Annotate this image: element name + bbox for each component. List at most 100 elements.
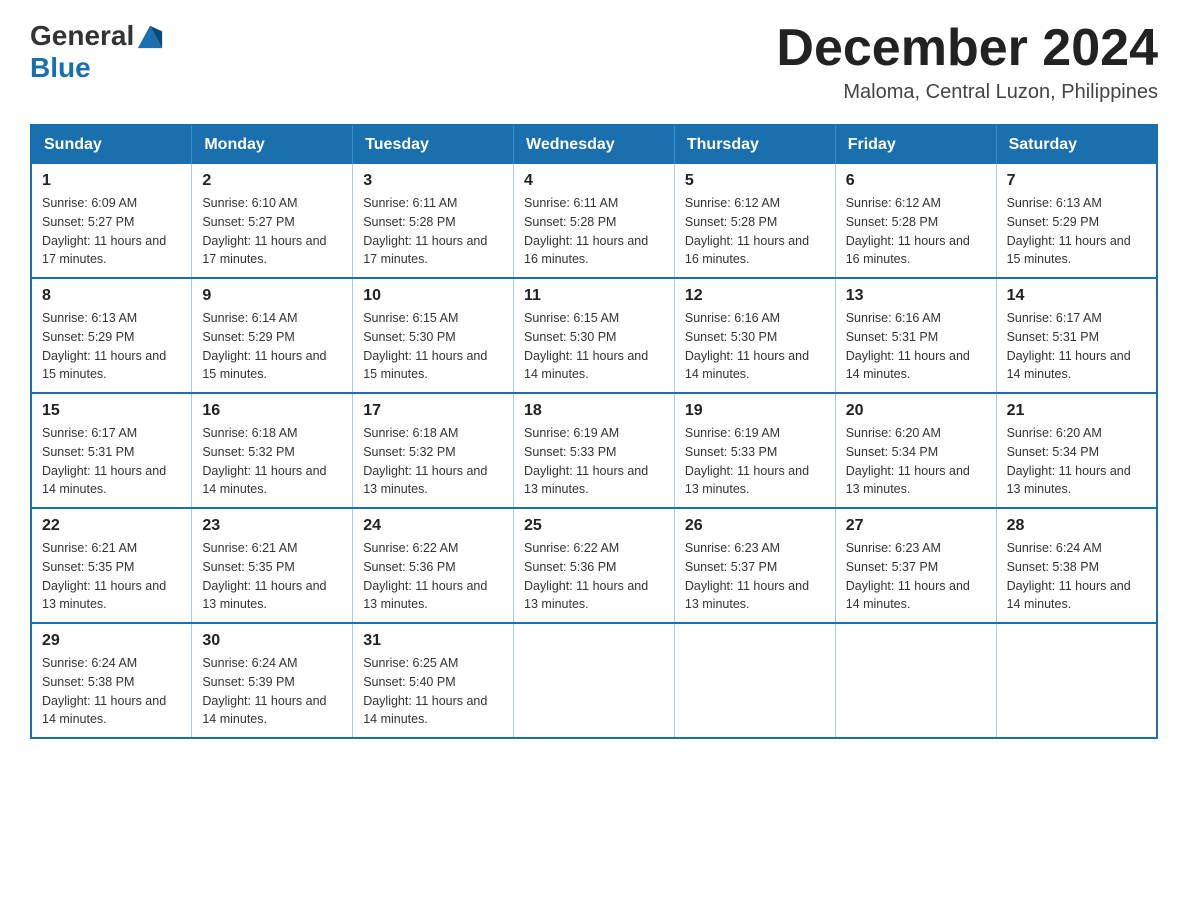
table-row: 2 Sunrise: 6:10 AMSunset: 5:27 PMDaylight… [192,164,353,278]
day-number: 16 [202,402,342,420]
day-info: Sunrise: 6:09 AMSunset: 5:27 PMDaylight:… [42,194,181,269]
table-row: 15 Sunrise: 6:17 AMSunset: 5:31 PMDayligh… [31,393,192,508]
day-number: 8 [42,287,181,305]
calendar-week-row: 1 Sunrise: 6:09 AMSunset: 5:27 PMDaylight… [31,164,1157,278]
day-info: Sunrise: 6:14 AMSunset: 5:29 PMDaylight:… [202,309,342,384]
day-info: Sunrise: 6:19 AMSunset: 5:33 PMDaylight:… [685,424,825,499]
header-sunday: Sunday [31,125,192,164]
day-number: 5 [685,172,825,190]
day-number: 11 [524,287,664,305]
table-row: 26 Sunrise: 6:23 AMSunset: 5:37 PMDayligh… [674,508,835,623]
day-info: Sunrise: 6:20 AMSunset: 5:34 PMDaylight:… [846,424,986,499]
day-info: Sunrise: 6:10 AMSunset: 5:27 PMDaylight:… [202,194,342,269]
table-row [674,623,835,738]
day-info: Sunrise: 6:17 AMSunset: 5:31 PMDaylight:… [42,424,181,499]
header-friday: Friday [835,125,996,164]
table-row: 17 Sunrise: 6:18 AMSunset: 5:32 PMDayligh… [353,393,514,508]
day-number: 2 [202,172,342,190]
header-tuesday: Tuesday [353,125,514,164]
day-number: 30 [202,632,342,650]
day-info: Sunrise: 6:22 AMSunset: 5:36 PMDaylight:… [363,539,503,614]
calendar-table: Sunday Monday Tuesday Wednesday Thursday… [30,124,1158,739]
table-row: 16 Sunrise: 6:18 AMSunset: 5:32 PMDayligh… [192,393,353,508]
table-row [514,623,675,738]
table-row: 14 Sunrise: 6:17 AMSunset: 5:31 PMDayligh… [996,278,1157,393]
logo-icon [136,22,164,50]
table-row: 18Sunrise: 6:19 AMSunset: 5:33 PMDayligh… [514,393,675,508]
day-info: Sunrise: 6:13 AMSunset: 5:29 PMDaylight:… [1007,194,1146,269]
day-number: 17 [363,402,503,420]
day-info: Sunrise: 6:23 AMSunset: 5:37 PMDaylight:… [685,539,825,614]
day-number: 21 [1007,402,1146,420]
day-info: Sunrise: 6:11 AMSunset: 5:28 PMDaylight:… [363,194,503,269]
day-number: 19 [685,402,825,420]
page-header: General Blue December 2024 Maloma, Centr… [30,20,1158,104]
calendar-week-row: 29 Sunrise: 6:24 AMSunset: 5:38 PMDayligh… [31,623,1157,738]
day-number: 4 [524,172,664,190]
day-info: Sunrise: 6:24 AMSunset: 5:38 PMDaylight:… [42,654,181,729]
day-info: Sunrise: 6:18 AMSunset: 5:32 PMDaylight:… [202,424,342,499]
title-section: December 2024 Maloma, Central Luzon, Phi… [776,20,1158,104]
table-row [835,623,996,738]
table-row: 30Sunrise: 6:24 AMSunset: 5:39 PMDayligh… [192,623,353,738]
day-number: 3 [363,172,503,190]
day-number: 15 [42,402,181,420]
day-number: 1 [42,172,181,190]
calendar-week-row: 22Sunrise: 6:21 AMSunset: 5:35 PMDayligh… [31,508,1157,623]
day-number: 27 [846,517,986,535]
day-number: 26 [685,517,825,535]
day-number: 23 [202,517,342,535]
day-number: 18 [524,402,664,420]
table-row: 5Sunrise: 6:12 AMSunset: 5:28 PMDaylight… [674,164,835,278]
day-number: 9 [202,287,342,305]
month-title: December 2024 [776,20,1158,77]
table-row: 31Sunrise: 6:25 AMSunset: 5:40 PMDayligh… [353,623,514,738]
table-row: 19 Sunrise: 6:19 AMSunset: 5:33 PMDayligh… [674,393,835,508]
day-info: Sunrise: 6:16 AMSunset: 5:31 PMDaylight:… [846,309,986,384]
day-number: 25 [524,517,664,535]
day-info: Sunrise: 6:12 AMSunset: 5:28 PMDaylight:… [846,194,986,269]
table-row: 24 Sunrise: 6:22 AMSunset: 5:36 PMDayligh… [353,508,514,623]
day-number: 31 [363,632,503,650]
day-info: Sunrise: 6:15 AMSunset: 5:30 PMDaylight:… [524,309,664,384]
day-info: Sunrise: 6:17 AMSunset: 5:31 PMDaylight:… [1007,309,1146,384]
day-number: 14 [1007,287,1146,305]
table-row: 22Sunrise: 6:21 AMSunset: 5:35 PMDayligh… [31,508,192,623]
table-row: 28 Sunrise: 6:24 AMSunset: 5:38 PMDayligh… [996,508,1157,623]
day-info: Sunrise: 6:20 AMSunset: 5:34 PMDaylight:… [1007,424,1146,499]
table-row [996,623,1157,738]
header-monday: Monday [192,125,353,164]
table-row: 3 Sunrise: 6:11 AMSunset: 5:28 PMDaylight… [353,164,514,278]
day-info: Sunrise: 6:22 AMSunset: 5:36 PMDaylight:… [524,539,664,614]
day-number: 28 [1007,517,1146,535]
day-info: Sunrise: 6:11 AMSunset: 5:28 PMDaylight:… [524,194,664,269]
header-wednesday: Wednesday [514,125,675,164]
calendar-header-row: Sunday Monday Tuesday Wednesday Thursday… [31,125,1157,164]
table-row: 29 Sunrise: 6:24 AMSunset: 5:38 PMDayligh… [31,623,192,738]
day-info: Sunrise: 6:16 AMSunset: 5:30 PMDaylight:… [685,309,825,384]
logo: General Blue [30,20,164,84]
table-row: 8Sunrise: 6:13 AMSunset: 5:29 PMDaylight… [31,278,192,393]
table-row: 10Sunrise: 6:15 AMSunset: 5:30 PMDayligh… [353,278,514,393]
day-number: 12 [685,287,825,305]
table-row: 7Sunrise: 6:13 AMSunset: 5:29 PMDaylight… [996,164,1157,278]
location-subtitle: Maloma, Central Luzon, Philippines [776,81,1158,104]
day-info: Sunrise: 6:24 AMSunset: 5:38 PMDaylight:… [1007,539,1146,614]
header-saturday: Saturday [996,125,1157,164]
calendar-week-row: 15 Sunrise: 6:17 AMSunset: 5:31 PMDayligh… [31,393,1157,508]
table-row: 25 Sunrise: 6:22 AMSunset: 5:36 PMDayligh… [514,508,675,623]
day-number: 13 [846,287,986,305]
table-row: 9 Sunrise: 6:14 AMSunset: 5:29 PMDaylight… [192,278,353,393]
day-info: Sunrise: 6:23 AMSunset: 5:37 PMDaylight:… [846,539,986,614]
day-number: 24 [363,517,503,535]
table-row: 27 Sunrise: 6:23 AMSunset: 5:37 PMDayligh… [835,508,996,623]
table-row: 23Sunrise: 6:21 AMSunset: 5:35 PMDayligh… [192,508,353,623]
table-row: 1 Sunrise: 6:09 AMSunset: 5:27 PMDaylight… [31,164,192,278]
table-row: 13 Sunrise: 6:16 AMSunset: 5:31 PMDayligh… [835,278,996,393]
day-number: 29 [42,632,181,650]
day-number: 20 [846,402,986,420]
table-row: 21 Sunrise: 6:20 AMSunset: 5:34 PMDayligh… [996,393,1157,508]
table-row: 6Sunrise: 6:12 AMSunset: 5:28 PMDaylight… [835,164,996,278]
day-info: Sunrise: 6:18 AMSunset: 5:32 PMDaylight:… [363,424,503,499]
calendar-week-row: 8Sunrise: 6:13 AMSunset: 5:29 PMDaylight… [31,278,1157,393]
